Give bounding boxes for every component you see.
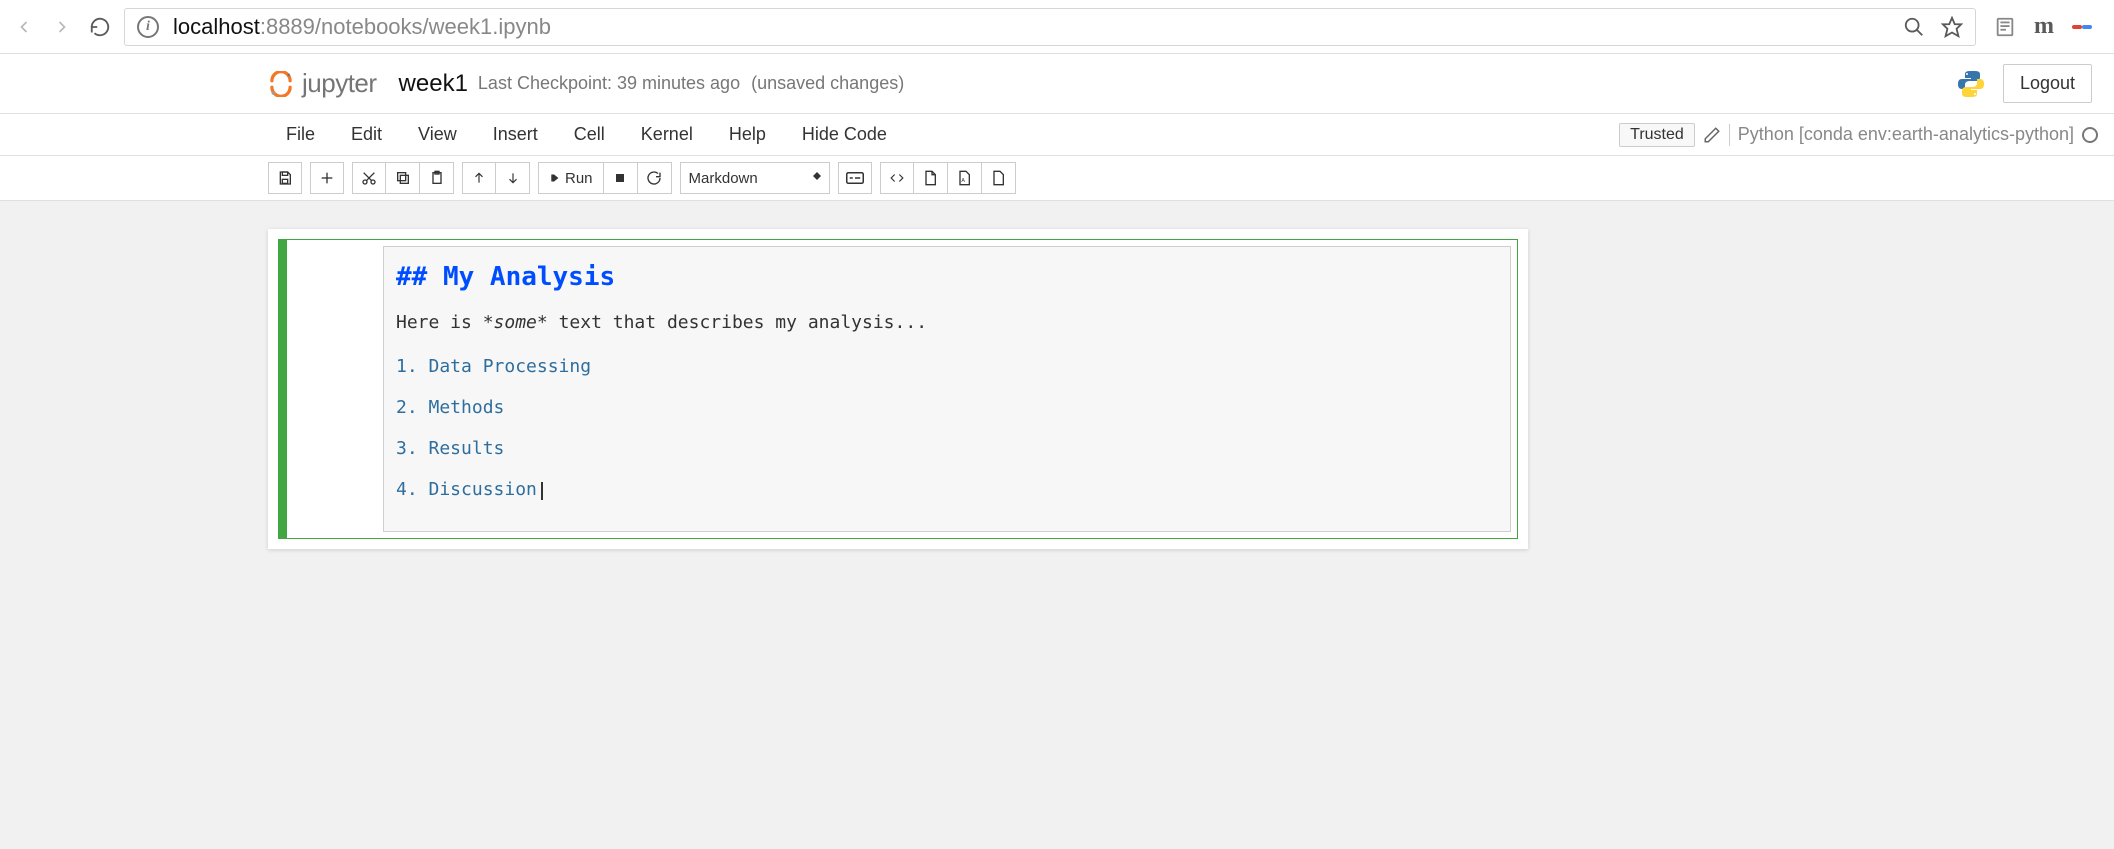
back-button[interactable]	[10, 13, 38, 41]
download-notebook-button[interactable]	[914, 162, 948, 194]
url-bar[interactable]: i localhost:8889/notebooks/week1.ipynb	[124, 8, 1976, 46]
md-list-item: 2. Methods	[396, 394, 1498, 423]
notebook-container: ## My Analysis Here is *some* text that …	[268, 229, 1528, 549]
extension-swoosh-icon[interactable]	[2072, 19, 2096, 35]
kernel-indicator-icon	[2082, 127, 2098, 143]
jupyter-header: jupyter week1 Last Checkpoint: 39 minute…	[0, 54, 2114, 114]
zoom-icon[interactable]	[1903, 16, 1925, 38]
jupyter-logo-icon	[268, 71, 294, 97]
toolbar: Run Markdown A	[0, 156, 2114, 201]
trusted-badge[interactable]: Trusted	[1619, 123, 1695, 147]
logout-button[interactable]: Logout	[2003, 64, 2092, 103]
toggle-code-button[interactable]	[880, 162, 914, 194]
browser-extensions: m	[1986, 13, 2104, 40]
edit-icon[interactable]	[1703, 126, 1721, 144]
move-down-button[interactable]	[496, 162, 530, 194]
interrupt-button[interactable]	[604, 162, 638, 194]
md-list-item: 1. Data Processing	[396, 353, 1498, 382]
cell-editor[interactable]: ## My Analysis Here is *some* text that …	[383, 246, 1511, 532]
jupyter-logo[interactable]: jupyter	[268, 68, 377, 99]
cell-edit-indicator	[279, 240, 287, 538]
reload-button[interactable]	[86, 13, 114, 41]
menu-hide-code[interactable]: Hide Code	[784, 114, 905, 155]
separator	[1729, 124, 1730, 146]
notebook-name[interactable]: week1	[399, 70, 468, 98]
notebook-area: ## My Analysis Here is *some* text that …	[0, 201, 2114, 849]
kernel-name[interactable]: Python [conda env:earth-analytics-python…	[1738, 124, 2074, 145]
menu-kernel[interactable]: Kernel	[623, 114, 711, 155]
copy-button[interactable]	[386, 162, 420, 194]
restart-button[interactable]	[638, 162, 672, 194]
browser-toolbar: i localhost:8889/notebooks/week1.ipynb m	[0, 0, 2114, 54]
download-pdf-button[interactable]: A	[948, 162, 982, 194]
python-logo-icon	[1955, 68, 1987, 100]
command-palette-button[interactable]	[838, 162, 872, 194]
move-up-button[interactable]	[462, 162, 496, 194]
cut-button[interactable]	[352, 162, 386, 194]
menu-file[interactable]: File	[268, 114, 333, 155]
insert-cell-below-button[interactable]	[310, 162, 344, 194]
menu-cell[interactable]: Cell	[556, 114, 623, 155]
forward-button[interactable]	[48, 13, 76, 41]
jupyter-logo-text: jupyter	[302, 68, 377, 99]
md-list-item: 4. Discussion	[396, 476, 1498, 505]
markdown-cell[interactable]: ## My Analysis Here is *some* text that …	[278, 239, 1518, 539]
paste-button[interactable]	[420, 162, 454, 194]
download-html-button[interactable]	[982, 162, 1016, 194]
cell-prompt-area	[287, 240, 383, 538]
url-text: localhost:8889/notebooks/week1.ipynb	[173, 14, 551, 40]
menu-help[interactable]: Help	[711, 114, 784, 155]
menu-bar: File Edit View Insert Cell Kernel Help H…	[0, 114, 2114, 156]
menu-edit[interactable]: Edit	[333, 114, 400, 155]
text-cursor	[541, 482, 543, 500]
md-paragraph: Here is *some* text that describes my an…	[396, 309, 1498, 338]
menu-view[interactable]: View	[400, 114, 475, 155]
svg-text:A: A	[961, 178, 965, 184]
run-button[interactable]: Run	[538, 162, 604, 194]
extension-m-icon[interactable]: m	[2034, 13, 2054, 40]
md-list-item: 3. Results	[396, 435, 1498, 464]
reader-icon[interactable]	[1994, 16, 2016, 38]
menu-insert[interactable]: Insert	[475, 114, 556, 155]
checkpoint-status: Last Checkpoint: 39 minutes ago (unsaved…	[478, 73, 904, 94]
md-heading: ## My Analysis	[396, 257, 1498, 299]
cell-type-select[interactable]: Markdown	[680, 162, 830, 194]
bookmark-star-icon[interactable]	[1941, 16, 1963, 38]
save-button[interactable]	[268, 162, 302, 194]
site-info-icon[interactable]: i	[137, 16, 159, 38]
